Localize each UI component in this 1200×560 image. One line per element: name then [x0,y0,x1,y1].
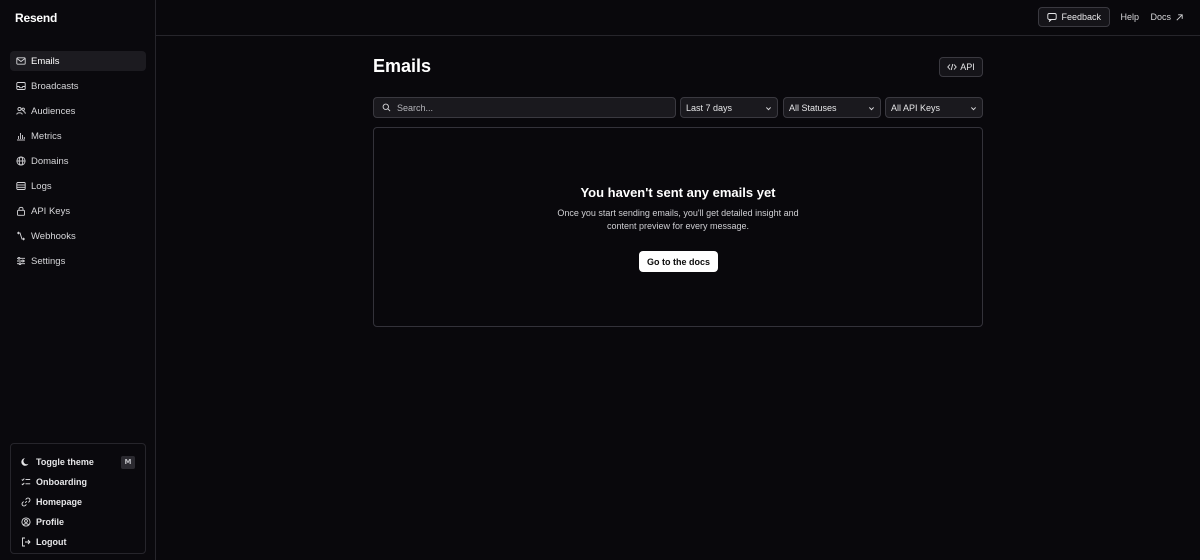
docs-label: Docs [1150,12,1171,22]
top-bar: Feedback Help Docs [156,0,1200,36]
empty-state: You haven't sent any emails yet Once you… [373,127,983,327]
empty-state-description-line: content preview for every message. [606,220,750,231]
page-title: Emails [373,56,432,76]
shortcut-badge: M [121,455,135,469]
toggle-theme-button[interactable]: Toggle theme M [11,452,145,472]
search-box[interactable] [373,97,676,118]
mail-icon [16,57,26,65]
sidebar-item-metrics[interactable]: Metrics [10,126,146,146]
inbox-icon [16,82,26,90]
status-select[interactable]: All Statuses [783,97,881,118]
account-menu: Toggle theme M Onboarding Homepage Profi… [10,443,146,554]
logout-button[interactable]: Logout [11,532,145,552]
sidebar-item-label: Logs [31,180,52,192]
api-keys-value: All API Keys [891,102,941,113]
go-to-docs-button[interactable]: Go to the docs [639,251,718,272]
profile-label: Profile [36,517,65,527]
user-circle-icon [21,517,31,527]
homepage-link[interactable]: Homepage [11,492,145,512]
lock-icon [17,206,25,216]
sidebar-item-label: Broadcasts [31,80,79,92]
empty-state-description-line: Once you start sending emails, you'll ge… [557,208,799,218]
sidebar-item-domains[interactable]: Domains [10,151,146,171]
docs-link[interactable]: Docs [1150,12,1184,22]
onboarding-label: Onboarding [36,477,87,487]
help-link[interactable]: Help [1120,12,1139,22]
sidebar-item-emails[interactable]: Emails [10,51,146,71]
empty-state-title: You haven't sent any emails yet [580,185,776,200]
feedback-label: Feedback [1061,12,1101,22]
sidebar-item-logs[interactable]: Logs [10,176,146,196]
chevron-down-icon [868,107,875,111]
onboarding-button[interactable]: Onboarding [11,472,145,492]
users-icon [16,106,26,115]
toggle-theme-label: Toggle theme [36,457,94,467]
chevron-down-icon [970,107,977,111]
brand-logo[interactable]: Resend [15,11,57,25]
empty-state-description: Once you start sending emails, you'll ge… [374,207,982,232]
app: Resend Emails Broadcasts Audiences Metri… [0,0,1200,560]
sidebar-item-api-keys[interactable]: API Keys [10,201,146,221]
webhook-icon [17,231,25,241]
checklist-icon [21,478,31,486]
api-label: API [960,62,975,72]
sidebar-item-broadcasts[interactable]: Broadcasts [10,76,146,96]
logout-label: Logout [36,537,67,547]
bar-chart-icon [17,133,25,141]
date-range-select[interactable]: Last 7 days [680,97,778,118]
sidebar-item-label: Audiences [31,105,76,117]
profile-button[interactable]: Profile [11,512,145,532]
api-button[interactable]: API [939,57,983,77]
chevron-down-icon [765,107,772,111]
search-input[interactable] [397,102,657,113]
sidebar-item-audiences[interactable]: Audiences [10,101,146,121]
sidebar-item-label: Emails [31,55,60,67]
status-value: All Statuses [789,102,837,113]
sidebar-item-webhooks[interactable]: Webhooks [10,226,146,246]
feedback-button[interactable]: Feedback [1038,7,1110,27]
sliders-icon [17,256,25,266]
list-icon [16,182,26,190]
sidebar-item-label: Webhooks [31,230,76,242]
sidebar: Resend Emails Broadcasts Audiences Metri… [0,0,156,560]
sidebar-item-label: Settings [31,255,66,267]
date-range-value: Last 7 days [686,102,733,113]
message-icon [1047,13,1058,22]
logout-icon [22,537,31,547]
moon-icon [21,458,29,466]
external-link-icon [1176,13,1183,21]
search-icon [382,103,391,112]
api-keys-select[interactable]: All API Keys [885,97,983,118]
code-icon [947,63,958,71]
sidebar-item-label: API Keys [31,205,71,217]
sidebar-item-label: Domains [31,155,69,167]
sidebar-item-label: Metrics [31,130,62,142]
homepage-label: Homepage [36,497,83,507]
sidebar-nav: Emails Broadcasts Audiences Metrics Doma… [10,51,146,276]
globe-icon [16,156,26,166]
sidebar-item-settings[interactable]: Settings [10,251,146,271]
link-icon [21,497,31,507]
